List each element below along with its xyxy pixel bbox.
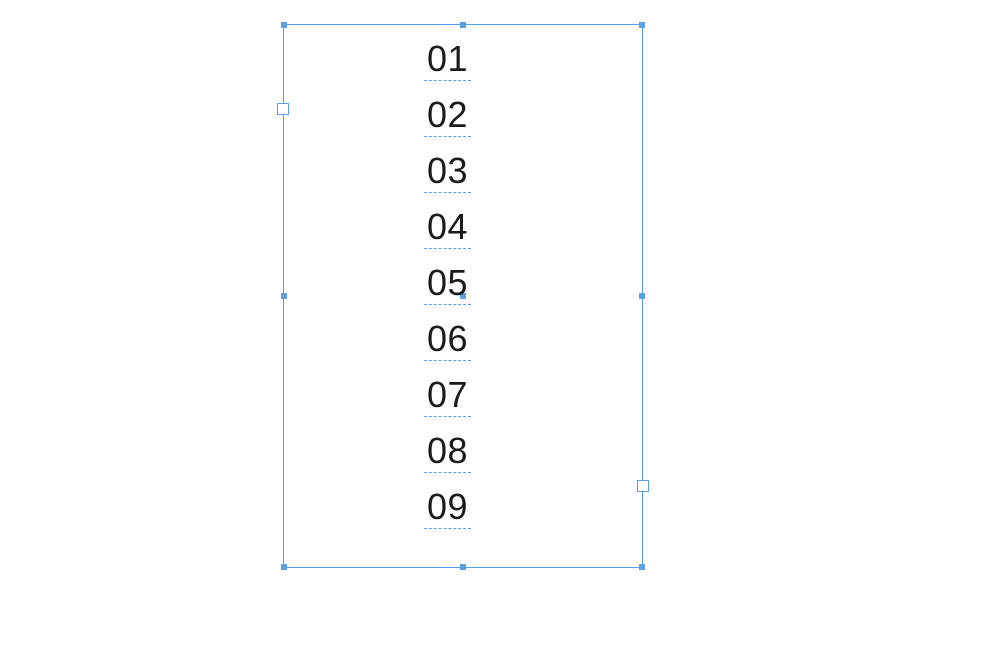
baseline-indicator [424,416,471,417]
text-out-port[interactable] [637,480,649,492]
baseline-indicator [424,528,471,529]
list-item[interactable]: 03 [427,143,468,199]
resize-handle-bottom[interactable] [460,564,466,570]
list-item[interactable]: 09 [427,479,468,535]
list-item-label: 05 [427,262,468,303]
list-item[interactable]: 07 [427,367,468,423]
list-item[interactable]: 05 [427,255,468,311]
text-frame-selection[interactable]: 01 02 03 04 05 06 07 08 [283,24,643,568]
list-item-label: 09 [427,486,468,527]
list-item[interactable]: 02 [427,87,468,143]
baseline-indicator [424,304,471,305]
baseline-indicator [424,248,471,249]
resize-handle-bottom-right[interactable] [639,564,645,570]
baseline-indicator [424,472,471,473]
list-item[interactable]: 04 [427,199,468,255]
list-item-label: 02 [427,94,468,135]
list-item-label: 04 [427,206,468,247]
list-item-label: 03 [427,150,468,191]
baseline-indicator [424,360,471,361]
baseline-indicator [424,192,471,193]
resize-handle-right[interactable] [639,293,645,299]
list-item[interactable]: 06 [427,311,468,367]
resize-handle-bottom-left[interactable] [281,564,287,570]
list-item-label: 06 [427,318,468,359]
list-item[interactable]: 01 [427,31,468,87]
list-item-label: 08 [427,430,468,471]
text-in-port[interactable] [277,103,289,115]
list-item[interactable]: 08 [427,423,468,479]
baseline-indicator [424,80,471,81]
list-item-label: 07 [427,374,468,415]
baseline-indicator [424,136,471,137]
text-content[interactable]: 01 02 03 04 05 06 07 08 [427,31,468,535]
resize-handle-left[interactable] [281,293,287,299]
list-item-label: 01 [427,38,468,79]
resize-handle-top[interactable] [460,22,466,28]
resize-handle-top-right[interactable] [639,22,645,28]
resize-handle-top-left[interactable] [281,22,287,28]
